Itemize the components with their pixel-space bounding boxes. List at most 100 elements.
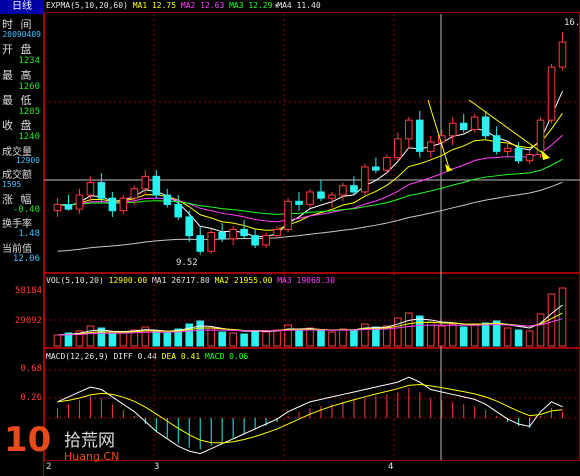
volume-bar bbox=[108, 333, 117, 347]
volume-bar bbox=[284, 324, 292, 347]
chart-area[interactable]: EXPMA(5,10,20,60) MA1 12.75 MA2 12.63 MA… bbox=[44, 0, 580, 476]
candle-body bbox=[130, 188, 139, 199]
volume-bar bbox=[558, 287, 567, 347]
macd-axis-mid: 0.26 bbox=[20, 393, 42, 403]
volume-bar bbox=[251, 330, 259, 347]
candle-body bbox=[558, 41, 567, 68]
watermark-number: 10 bbox=[4, 420, 52, 460]
high-price-label: 16.61 bbox=[564, 18, 580, 28]
candle-body bbox=[64, 203, 73, 210]
candle-body bbox=[448, 122, 457, 137]
candle-body bbox=[383, 157, 391, 171]
candle-body bbox=[525, 153, 534, 162]
volume-bar bbox=[240, 333, 248, 347]
trend-line bbox=[468, 99, 545, 155]
candle-body bbox=[174, 203, 183, 218]
volume-bar bbox=[218, 331, 226, 347]
candle-body bbox=[86, 182, 95, 196]
vol-axis-top: 58184 bbox=[14, 286, 42, 296]
candlestick-plot bbox=[44, 12, 580, 461]
turnover-label: 换手率 bbox=[2, 219, 32, 230]
candle-body bbox=[273, 228, 281, 237]
volume-bar bbox=[86, 325, 95, 347]
volume-bar bbox=[350, 329, 358, 347]
volume-bar bbox=[97, 327, 106, 347]
volume-bar bbox=[394, 317, 402, 347]
open-value: 1234 bbox=[18, 56, 40, 66]
trend-line bbox=[427, 99, 450, 169]
candle-body bbox=[240, 228, 248, 237]
candle-body bbox=[119, 197, 128, 212]
amount-label: 成交额 bbox=[2, 170, 32, 181]
candle-body bbox=[108, 197, 117, 212]
watermark-url: Huang.CN bbox=[64, 450, 120, 463]
volume-bar bbox=[229, 332, 237, 347]
volume-bar bbox=[470, 324, 479, 347]
high-label: 最 高 bbox=[2, 69, 34, 82]
candle-body bbox=[350, 185, 358, 193]
current-value: 12.06 bbox=[12, 254, 40, 264]
volume-bar bbox=[295, 328, 303, 347]
current-label: 当前值 bbox=[2, 244, 32, 255]
candle-body bbox=[470, 116, 479, 131]
candle-body bbox=[426, 141, 435, 152]
volume-bar bbox=[405, 312, 413, 347]
volume-bar bbox=[273, 329, 281, 347]
volume-bar bbox=[196, 320, 205, 347]
candle-body bbox=[163, 194, 172, 205]
volume-bar bbox=[448, 323, 457, 347]
volume-bar bbox=[53, 334, 62, 347]
candle-body bbox=[405, 119, 413, 140]
volume-bar bbox=[503, 327, 512, 347]
volume-bar bbox=[372, 326, 380, 347]
volume-bar bbox=[525, 330, 534, 347]
candle-body bbox=[415, 119, 424, 152]
volume-bar bbox=[481, 322, 490, 347]
volume-bar bbox=[262, 331, 270, 347]
change-value: -0.40 bbox=[12, 205, 40, 215]
candle-body bbox=[262, 235, 270, 246]
high-value: 1260 bbox=[18, 82, 40, 92]
amount-value: 1595 bbox=[2, 180, 22, 189]
vol-axis-mid: 29092 bbox=[14, 316, 42, 326]
volume-bar bbox=[163, 332, 172, 347]
candle-body bbox=[53, 203, 62, 212]
volume-bar bbox=[339, 328, 347, 347]
candle-body bbox=[481, 116, 490, 137]
candle-body bbox=[196, 235, 205, 252]
close-value: 1240 bbox=[18, 132, 40, 142]
close-label: 收 盘 bbox=[2, 119, 34, 132]
volume-bar bbox=[536, 313, 545, 347]
volume-bar bbox=[119, 331, 128, 347]
candle-body bbox=[372, 166, 380, 171]
volume-bar bbox=[361, 323, 369, 347]
volume-bar bbox=[306, 327, 314, 347]
tab-daily[interactable]: 日线 bbox=[0, 0, 44, 14]
date-value: 20090409 bbox=[2, 30, 41, 39]
candle-body bbox=[361, 166, 369, 193]
candle-body bbox=[547, 66, 556, 121]
x-tick-3: 4 bbox=[388, 462, 394, 472]
candle-body bbox=[328, 194, 336, 199]
x-tick-2: 3 bbox=[154, 462, 160, 472]
candle-body bbox=[459, 122, 468, 131]
candle-body bbox=[97, 182, 106, 199]
candle-body bbox=[295, 200, 303, 205]
low-label: 最 低 bbox=[2, 94, 34, 107]
candle-body bbox=[185, 216, 194, 237]
volume-bar bbox=[152, 330, 161, 347]
volume-bar bbox=[459, 326, 468, 347]
low-value: 1205 bbox=[18, 107, 40, 117]
candle-body bbox=[339, 185, 347, 196]
candle-body bbox=[229, 228, 237, 240]
volume-bar bbox=[328, 331, 336, 347]
volume-bar bbox=[207, 327, 215, 347]
volume-bar bbox=[437, 325, 446, 347]
volume-value: 12900 bbox=[15, 156, 40, 165]
candle-body bbox=[492, 135, 501, 152]
open-label: 开 盘 bbox=[2, 43, 34, 56]
watermark-brand: 拾荒网 bbox=[64, 431, 115, 451]
volume-bar bbox=[415, 315, 424, 347]
candle-body bbox=[503, 147, 512, 152]
candle-body bbox=[514, 147, 523, 162]
